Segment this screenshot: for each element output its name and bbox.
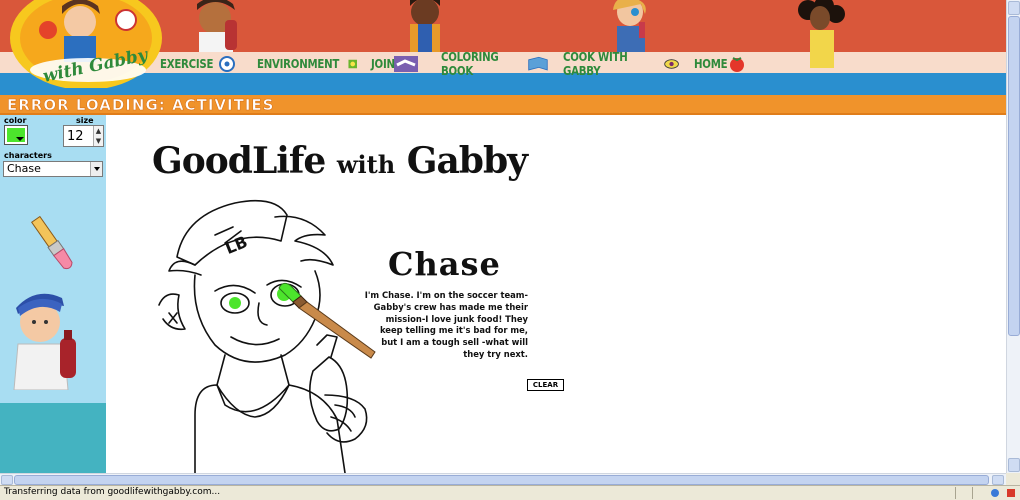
svg-text:LB: LB xyxy=(222,232,250,258)
color-label: color xyxy=(4,116,27,125)
character-select-value: Chase xyxy=(7,162,41,175)
browser-status-bar: Transferring data from goodlifewithgabby… xyxy=(0,485,1020,500)
tomato-icon xyxy=(730,57,745,72)
section-title-bar: ERROR LOADING: ACTIVITIES xyxy=(0,95,1006,115)
nav-environment-label: ENVIRONMENT xyxy=(257,57,340,71)
status-text: Transferring data from goodlifewithgabby… xyxy=(4,487,221,497)
chevron-down-icon xyxy=(90,162,102,176)
title-goodlife: GoodLife xyxy=(152,140,326,182)
status-separator xyxy=(955,487,956,499)
sidebar-footer xyxy=(0,403,106,473)
scroll-right-button[interactable] xyxy=(992,475,1004,485)
nav-join[interactable]: JOIN xyxy=(371,52,427,76)
horizontal-scrollbar[interactable] xyxy=(0,473,1006,485)
site-header: with Gabby EXERCISE ENVIRONMENT JOIN COL… xyxy=(0,0,1006,95)
handshake-icon xyxy=(393,56,418,72)
chevron-down-icon xyxy=(16,137,24,141)
status-separator xyxy=(972,487,973,499)
header-character-blonde xyxy=(613,0,646,52)
chase-sidebar-character xyxy=(13,293,76,390)
brush-size-stepper[interactable]: 12 ▲ ▼ xyxy=(63,125,104,147)
browser-viewport: with Gabby EXERCISE ENVIRONMENT JOIN COL… xyxy=(0,0,1020,500)
nav-home-label: HOME xyxy=(694,57,728,71)
header-character-boy xyxy=(197,0,237,52)
scroll-left-button[interactable] xyxy=(1,475,13,485)
addon-icon xyxy=(1007,489,1015,497)
sun-icon xyxy=(348,59,357,69)
header-character-curly xyxy=(798,0,845,68)
current-color-swatch xyxy=(7,128,25,142)
nav-coloring-book-label: COLORING BOOK xyxy=(441,50,499,78)
nav-home[interactable]: HOME xyxy=(694,52,754,76)
main-nav: EXERCISE ENVIRONMENT JOIN COLORING BOOK … xyxy=(160,50,768,78)
soccer-ball-icon xyxy=(218,56,235,72)
scrollbar-corner xyxy=(1006,473,1020,485)
nav-join-label: JOIN xyxy=(371,57,395,71)
nav-exercise[interactable]: EXERCISE xyxy=(160,52,243,76)
clear-button[interactable]: CLEAR xyxy=(527,379,564,391)
size-label: size xyxy=(76,116,94,125)
character-description: I'm Chase. I'm on the soccer team- Gabby… xyxy=(364,290,528,359)
book-icon xyxy=(528,56,548,71)
nav-coloring-book[interactable]: COLORING BOOK xyxy=(441,50,549,78)
characters-label: characters xyxy=(4,151,52,160)
nav-cook-with-gabby[interactable]: COOK WITH GABBY xyxy=(563,50,680,78)
horizontal-scroll-thumb[interactable] xyxy=(14,475,989,485)
section-title: ERROR LOADING: ACTIVITIES xyxy=(7,96,275,115)
vertical-scrollbar[interactable] xyxy=(1006,0,1020,473)
paintbrush-tool-icon[interactable] xyxy=(28,210,78,278)
title-with: with xyxy=(336,150,396,179)
character-name-heading: Chase xyxy=(388,245,501,283)
title-gabby: Gabby xyxy=(406,140,528,182)
size-increment-button[interactable]: ▲ xyxy=(93,126,103,136)
scroll-down-button[interactable] xyxy=(1008,458,1020,472)
character-select[interactable]: Chase xyxy=(3,161,103,177)
brush-size-value: 12 xyxy=(67,129,84,144)
goodlife-title: GoodLife with Gabby xyxy=(152,140,528,182)
color-picker[interactable] xyxy=(4,125,28,145)
security-zone-icon xyxy=(991,489,999,497)
nav-cook-with-gabby-label: COOK WITH GABBY xyxy=(563,50,628,78)
eye-icon xyxy=(664,59,679,69)
nav-exercise-label: EXERCISE xyxy=(160,57,214,71)
vertical-scroll-thumb[interactable] xyxy=(1008,16,1020,336)
scroll-up-button[interactable] xyxy=(1008,1,1020,15)
header-character-girl xyxy=(410,0,440,52)
nav-environment[interactable]: ENVIRONMENT xyxy=(257,52,357,76)
size-decrement-button[interactable]: ▼ xyxy=(93,136,103,146)
